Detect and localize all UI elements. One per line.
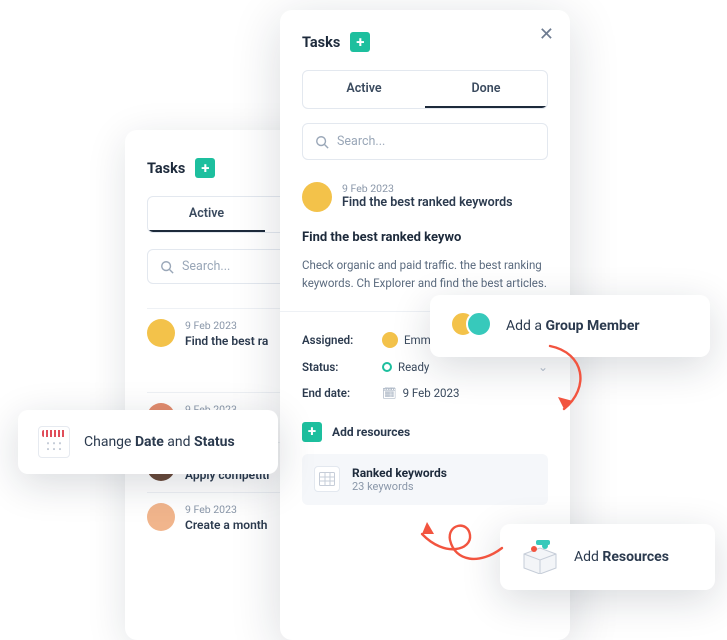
search-icon	[160, 260, 174, 274]
tabs: Active Done	[302, 70, 548, 109]
avatar	[302, 182, 332, 212]
add-resources-label: Add resources	[332, 425, 410, 439]
plus-icon: +	[302, 422, 322, 442]
label: Assigned:	[302, 333, 382, 347]
avatar	[147, 503, 175, 531]
task-date: 9 Feb 2023	[185, 503, 268, 516]
box-icon	[520, 540, 560, 574]
status-icon	[382, 362, 392, 372]
selected-task[interactable]: 9 Feb 2023 Find the best ranked keywords	[302, 182, 548, 212]
status-field[interactable]: Status: Ready ⌄	[302, 354, 548, 380]
label: Status:	[302, 360, 382, 374]
value: Ready	[398, 360, 429, 374]
label: End date:	[302, 386, 382, 400]
search-placeholder: Search...	[337, 134, 385, 149]
callout-add-group-member: Add a Group Member	[430, 295, 710, 357]
search-placeholder: Search...	[182, 259, 230, 274]
add-task-button[interactable]: +	[350, 32, 370, 52]
tasks-heading-text: Tasks	[147, 160, 185, 177]
avatar	[382, 332, 398, 348]
add-task-button[interactable]: +	[195, 158, 215, 178]
tab-active[interactable]: Active	[148, 197, 265, 232]
task-title: Find the best ra	[185, 334, 268, 348]
close-icon[interactable]: ✕	[539, 24, 554, 45]
task-date: 9 Feb 2023	[342, 182, 513, 195]
group-icon	[450, 311, 492, 341]
calendar-icon: 🗓	[382, 386, 397, 400]
end-date-field[interactable]: End date: 🗓 9 Feb 2023	[302, 380, 548, 406]
callout-text: Add Resources	[574, 549, 669, 565]
search-input[interactable]: Search...	[302, 123, 548, 160]
tasks-heading-text: Tasks	[302, 34, 340, 51]
chevron-down-icon: ⌄	[538, 360, 548, 374]
task-title: Find the best ranked keywords	[342, 195, 513, 210]
tasks-heading: Tasks +	[302, 32, 548, 52]
resource-card[interactable]: Ranked keywords 23 keywords	[302, 454, 548, 505]
callout-add-resources: Add Resources	[500, 524, 715, 590]
add-resources-button[interactable]: + Add resources	[302, 422, 548, 442]
tab-active[interactable]: Active	[303, 71, 425, 108]
task-title: Create a month	[185, 518, 268, 532]
detail-body: Check organic and paid traffic. the best…	[302, 257, 548, 293]
search-icon	[315, 135, 329, 149]
callout-text: Change Date and Status	[84, 434, 235, 450]
calendar-icon	[38, 426, 70, 458]
resource-title: Ranked keywords	[352, 466, 447, 480]
callout-change-date: Change Date and Status	[18, 410, 278, 474]
callout-text: Add a Group Member	[506, 318, 640, 334]
resource-subtitle: 23 keywords	[352, 480, 447, 493]
detail-title: Find the best ranked keywo	[302, 230, 548, 245]
table-icon	[314, 466, 340, 492]
value: 9 Feb 2023	[403, 386, 460, 400]
task-date: 9 Feb 2023	[185, 319, 268, 332]
avatar	[147, 319, 175, 347]
tab-done[interactable]: Done	[425, 71, 547, 108]
